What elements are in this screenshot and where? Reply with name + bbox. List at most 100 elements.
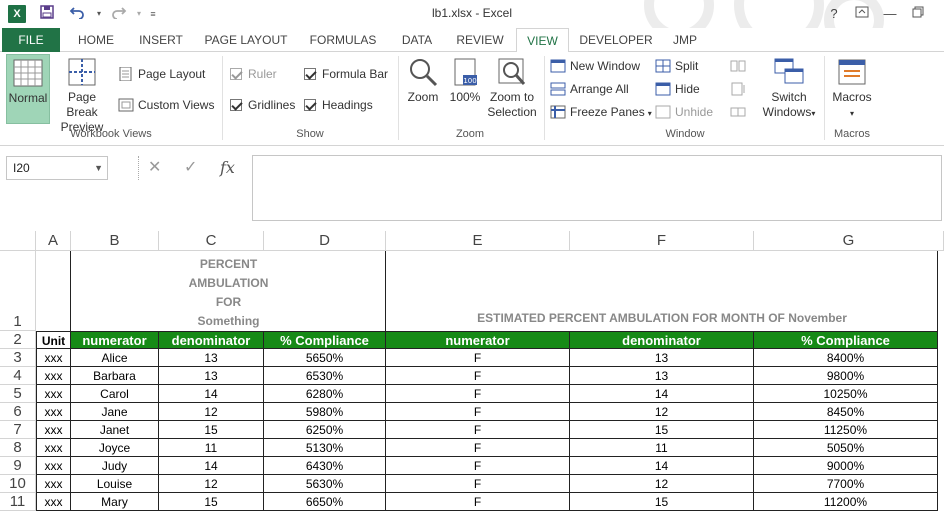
data-cell[interactable]: 15	[570, 493, 754, 511]
data-cell[interactable]: 11	[159, 439, 264, 457]
header-cell[interactable]: % Compliance	[754, 331, 938, 349]
data-cell[interactable]: Judy	[71, 457, 159, 475]
title-right-cell[interactable]	[386, 251, 938, 331]
page-layout-button[interactable]: Page Layout	[118, 64, 205, 84]
header-cell[interactable]: numerator	[386, 331, 570, 349]
page-break-preview-button[interactable]: Page Break Preview	[52, 54, 112, 134]
data-cell[interactable]: 5630%	[264, 475, 386, 493]
tab-data[interactable]: DATA	[392, 28, 442, 52]
zoom-button[interactable]: Zoom	[404, 54, 442, 105]
ruler-checkbox[interactable]: Ruler	[230, 64, 277, 84]
split-button[interactable]: Split	[655, 56, 698, 76]
data-cell[interactable]: 15	[570, 421, 754, 439]
restore-icon[interactable]	[906, 4, 930, 24]
data-cell[interactable]: 12	[159, 475, 264, 493]
data-cell[interactable]: Carol	[71, 385, 159, 403]
column-header-g[interactable]: G	[754, 231, 944, 251]
tab-insert[interactable]: INSERT	[132, 28, 190, 52]
data-cell[interactable]: 10250%	[754, 385, 938, 403]
data-cell[interactable]: 6280%	[264, 385, 386, 403]
reset-window-position-icon[interactable]	[730, 102, 750, 122]
name-box-dropdown-icon[interactable]: ▼	[94, 157, 103, 179]
data-cell[interactable]: xxx	[36, 475, 71, 493]
cancel-icon[interactable]: ✕	[148, 156, 161, 180]
data-cell[interactable]: F	[386, 367, 570, 385]
data-cell[interactable]: Jane	[71, 403, 159, 421]
tab-review[interactable]: REVIEW	[452, 28, 508, 52]
insert-function-icon[interactable]: fx	[220, 156, 235, 180]
header-cell[interactable]: % Compliance	[264, 331, 386, 349]
data-cell[interactable]: xxx	[36, 385, 71, 403]
row-header-8[interactable]: 8	[0, 439, 36, 457]
row-header-5[interactable]: 5	[0, 385, 36, 403]
header-cell[interactable]: Unit	[36, 331, 71, 349]
header-cell[interactable]: denominator	[570, 331, 754, 349]
header-cell[interactable]: denominator	[159, 331, 264, 349]
tab-file[interactable]: FILE	[2, 28, 60, 52]
select-all-corner[interactable]	[0, 231, 36, 251]
data-cell[interactable]: 11	[570, 439, 754, 457]
row-header-1[interactable]: 1	[0, 251, 36, 331]
formula-input[interactable]	[252, 155, 942, 221]
new-window-button[interactable]: New Window	[550, 56, 640, 76]
column-header-f[interactable]: F	[570, 231, 754, 251]
data-cell[interactable]: 9000%	[754, 457, 938, 475]
tab-developer[interactable]: DEVELOPER	[578, 28, 654, 52]
data-cell[interactable]: F	[386, 475, 570, 493]
row-header-3[interactable]: 3	[0, 349, 36, 367]
title-left-cell[interactable]	[70, 251, 386, 331]
data-cell[interactable]: xxx	[36, 439, 71, 457]
data-cell[interactable]: 7700%	[754, 475, 938, 493]
data-cell[interactable]: xxx	[36, 457, 71, 475]
data-cell[interactable]: xxx	[36, 421, 71, 439]
data-cell[interactable]: 14	[570, 457, 754, 475]
data-cell[interactable]: 13	[159, 349, 264, 367]
data-cell[interactable]: 6430%	[264, 457, 386, 475]
data-cell[interactable]: Alice	[71, 349, 159, 367]
header-cell[interactable]: numerator	[71, 331, 159, 349]
data-cell[interactable]: 8450%	[754, 403, 938, 421]
macros-button[interactable]: Macros ▾	[828, 54, 876, 121]
row-header-11[interactable]: 11	[0, 493, 36, 511]
column-header-d[interactable]: D	[264, 231, 386, 251]
view-side-by-side-icon[interactable]	[730, 56, 750, 76]
row-header-4[interactable]: 4	[0, 367, 36, 385]
data-cell[interactable]: 15	[159, 493, 264, 511]
data-cell[interactable]: 5130%	[264, 439, 386, 457]
data-cell[interactable]: 6250%	[264, 421, 386, 439]
data-cell[interactable]: 6530%	[264, 367, 386, 385]
data-cell[interactable]: F	[386, 493, 570, 511]
tab-view[interactable]: VIEW	[516, 28, 569, 53]
synchronous-scrolling-icon[interactable]	[730, 79, 750, 99]
data-cell[interactable]: 14	[570, 385, 754, 403]
data-cell[interactable]: 14	[159, 457, 264, 475]
data-cell[interactable]: xxx	[36, 493, 71, 511]
column-header-b[interactable]: B	[71, 231, 159, 251]
unhide-button[interactable]: Unhide	[655, 102, 713, 122]
normal-view-button[interactable]: Normal	[6, 54, 50, 124]
formula-bar-checkbox[interactable]: Formula Bar	[304, 64, 388, 84]
row-header-9[interactable]: 9	[0, 457, 36, 475]
row-header-2[interactable]: 2	[0, 331, 36, 349]
data-cell[interactable]: xxx	[36, 367, 71, 385]
help-button[interactable]: ?	[822, 4, 846, 24]
data-cell[interactable]: 12	[159, 403, 264, 421]
data-cell[interactable]: 5050%	[754, 439, 938, 457]
data-cell[interactable]: 5980%	[264, 403, 386, 421]
data-cell[interactable]: Janet	[71, 421, 159, 439]
minimize-icon[interactable]: —	[878, 4, 902, 24]
row-header-7[interactable]: 7	[0, 421, 36, 439]
cell-a1[interactable]	[36, 251, 71, 331]
data-cell[interactable]: 13	[159, 367, 264, 385]
data-cell[interactable]: 5650%	[264, 349, 386, 367]
data-cell[interactable]: F	[386, 421, 570, 439]
data-cell[interactable]: xxx	[36, 349, 71, 367]
freeze-panes-button[interactable]: Freeze Panes ▾	[550, 102, 652, 122]
data-cell[interactable]: Mary	[71, 493, 159, 511]
data-cell[interactable]: Joyce	[71, 439, 159, 457]
data-cell[interactable]: 12	[570, 475, 754, 493]
data-cell[interactable]: F	[386, 457, 570, 475]
data-cell[interactable]: Barbara	[71, 367, 159, 385]
data-cell[interactable]: 11250%	[754, 421, 938, 439]
ribbon-display-icon[interactable]	[850, 4, 874, 24]
